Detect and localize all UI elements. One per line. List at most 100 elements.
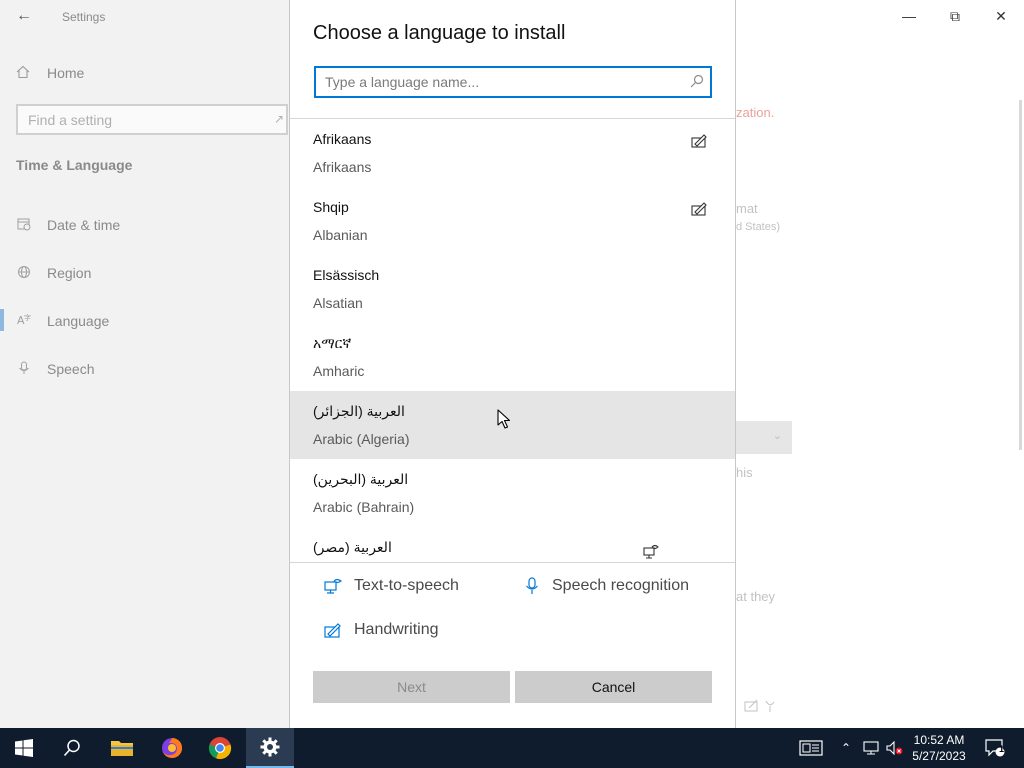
legend-speech-recognition: Speech recognition	[524, 574, 689, 598]
clock-time: 10:52 AM	[913, 733, 965, 747]
window-controls: — ⧉ ✕	[886, 0, 1024, 32]
legend-label: Text-to-speech	[354, 577, 459, 594]
language-native-name: العربية (البحرين)	[313, 471, 409, 487]
language-list: Afrikaans Afrikaans Shqip Albanian Elsäs…	[290, 119, 735, 562]
find-setting-placeholder: Find a setting	[28, 111, 113, 128]
language-search-input[interactable]	[316, 68, 676, 96]
gear-icon	[260, 737, 280, 757]
handwriting-icon	[691, 134, 707, 148]
minimize-icon: —	[902, 8, 916, 24]
handwriting-icon	[324, 623, 341, 638]
folder-icon	[111, 741, 133, 756]
nav-item-language[interactable]: A字 Language	[16, 310, 109, 332]
background-text: his	[736, 465, 753, 480]
window-title: Settings	[62, 10, 106, 24]
background-dropdown[interactable]: ⌄	[736, 421, 792, 454]
home-icon	[16, 65, 32, 82]
legend-text-to-speech: Text-to-speech	[324, 574, 459, 598]
start-button[interactable]	[0, 728, 48, 768]
taskbar: ⌃ 10:52 AM 5/27/2023 1	[0, 728, 1024, 768]
notification-count: 1	[999, 744, 1005, 754]
language-item-albanian[interactable]: Shqip Albanian	[290, 187, 735, 255]
next-button[interactable]: Next	[313, 671, 510, 703]
language-english-name: Albanian	[313, 227, 368, 243]
nav-selection-indicator	[0, 309, 4, 331]
microphone-icon	[16, 361, 32, 378]
language-item-alsatian[interactable]: Elsässisch Alsatian	[290, 255, 735, 323]
search-icon	[63, 739, 80, 757]
cancel-button[interactable]: Cancel	[515, 671, 712, 703]
chrome-icon	[208, 737, 232, 760]
find-setting-input[interactable]: Find a setting ↗	[16, 104, 288, 135]
calendar-clock-icon	[16, 217, 32, 234]
language-native-name: Afrikaans	[313, 131, 372, 147]
language-native-name: العربية (مصر)	[313, 539, 392, 555]
chevron-up-icon: ⌃	[840, 741, 852, 755]
language-item-afrikaans[interactable]: Afrikaans Afrikaans	[290, 119, 735, 187]
choose-language-dialog: Choose a language to install Afrikaans A…	[289, 0, 736, 728]
close-icon: ✕	[995, 7, 1007, 24]
globe-icon	[16, 265, 32, 282]
chrome-button[interactable]	[196, 728, 244, 768]
background-handwriting-icon	[744, 698, 778, 717]
language-native-name: Elsässisch	[313, 267, 380, 283]
language-item-amharic[interactable]: አማርኛ Amharic	[290, 323, 735, 391]
language-icon: A字	[16, 313, 32, 330]
background-warning-text: zation.	[736, 105, 775, 120]
language-english-name: Afrikaans	[313, 159, 372, 175]
language-native-name: አማርኛ	[313, 335, 352, 351]
nav-item-label: Region	[47, 265, 92, 281]
text-to-speech-icon	[643, 544, 659, 559]
settings-nav-pane: ← Settings Home Find a setting ↗ Time & …	[0, 0, 289, 728]
section-title: Time & Language	[16, 157, 133, 173]
news-icon	[799, 740, 823, 756]
nav-item-label: Speech	[47, 361, 95, 377]
show-hidden-icons-button[interactable]: ⌃	[836, 728, 856, 768]
microphone-icon	[526, 577, 538, 594]
language-search-box[interactable]	[314, 66, 712, 98]
nav-item-date-time[interactable]: Date & time	[16, 214, 120, 236]
nav-item-label: Language	[47, 313, 110, 329]
windows-logo-icon	[15, 739, 33, 757]
search-button[interactable]	[48, 728, 96, 768]
back-arrow-icon: ←	[16, 7, 32, 24]
volume-muted-icon	[886, 741, 903, 755]
nav-item-region[interactable]: Region	[16, 262, 91, 284]
text-to-speech-icon	[324, 578, 342, 594]
firefox-button[interactable]	[148, 728, 196, 768]
minimize-button[interactable]: —	[886, 0, 932, 32]
language-item-arabic-egypt[interactable]: العربية (مصر)	[290, 527, 735, 562]
close-button[interactable]: ✕	[978, 0, 1024, 32]
background-text: at they	[736, 589, 776, 604]
mouse-cursor-icon	[497, 409, 511, 429]
volume-button[interactable]	[884, 728, 906, 768]
network-icon-button[interactable]	[860, 728, 882, 768]
firefox-icon	[162, 737, 183, 758]
nav-home-label: Home	[47, 65, 85, 81]
background-format-sub: d States)	[736, 221, 781, 233]
language-native-name: العربية (الجزائر)	[313, 403, 405, 419]
language-english-name: Amharic	[313, 363, 365, 379]
background-format-text: mat	[736, 201, 758, 216]
restore-icon: ⧉	[950, 7, 960, 24]
nav-home[interactable]: Home	[16, 62, 84, 84]
svg-text:字: 字	[24, 313, 31, 322]
legend-label: Handwriting	[354, 621, 439, 638]
legend-label: Speech recognition	[552, 577, 689, 594]
file-explorer-button[interactable]	[98, 728, 146, 768]
language-item-arabic-bahrain[interactable]: العربية (البحرين) Arabic (Bahrain)	[290, 459, 735, 527]
settings-taskbar-button[interactable]	[246, 728, 294, 768]
clock-date: 5/27/2023	[912, 749, 966, 763]
search-icon: ↗	[273, 112, 284, 126]
language-native-name: Shqip	[313, 199, 349, 215]
restore-button[interactable]: ⧉	[932, 0, 978, 32]
action-center-button[interactable]: 1	[980, 728, 1010, 768]
search-icon	[690, 74, 704, 88]
language-item-arabic-algeria[interactable]: العربية (الجزائر) Arabic (Algeria)	[290, 391, 735, 459]
back-button[interactable]: ←	[10, 4, 38, 28]
nav-item-speech[interactable]: Speech	[16, 358, 94, 380]
language-english-name: Alsatian	[313, 295, 363, 311]
scrollbar[interactable]	[1019, 100, 1022, 450]
clock[interactable]: 10:52 AM 5/27/2023	[905, 732, 973, 764]
task-view-button[interactable]	[794, 728, 828, 768]
